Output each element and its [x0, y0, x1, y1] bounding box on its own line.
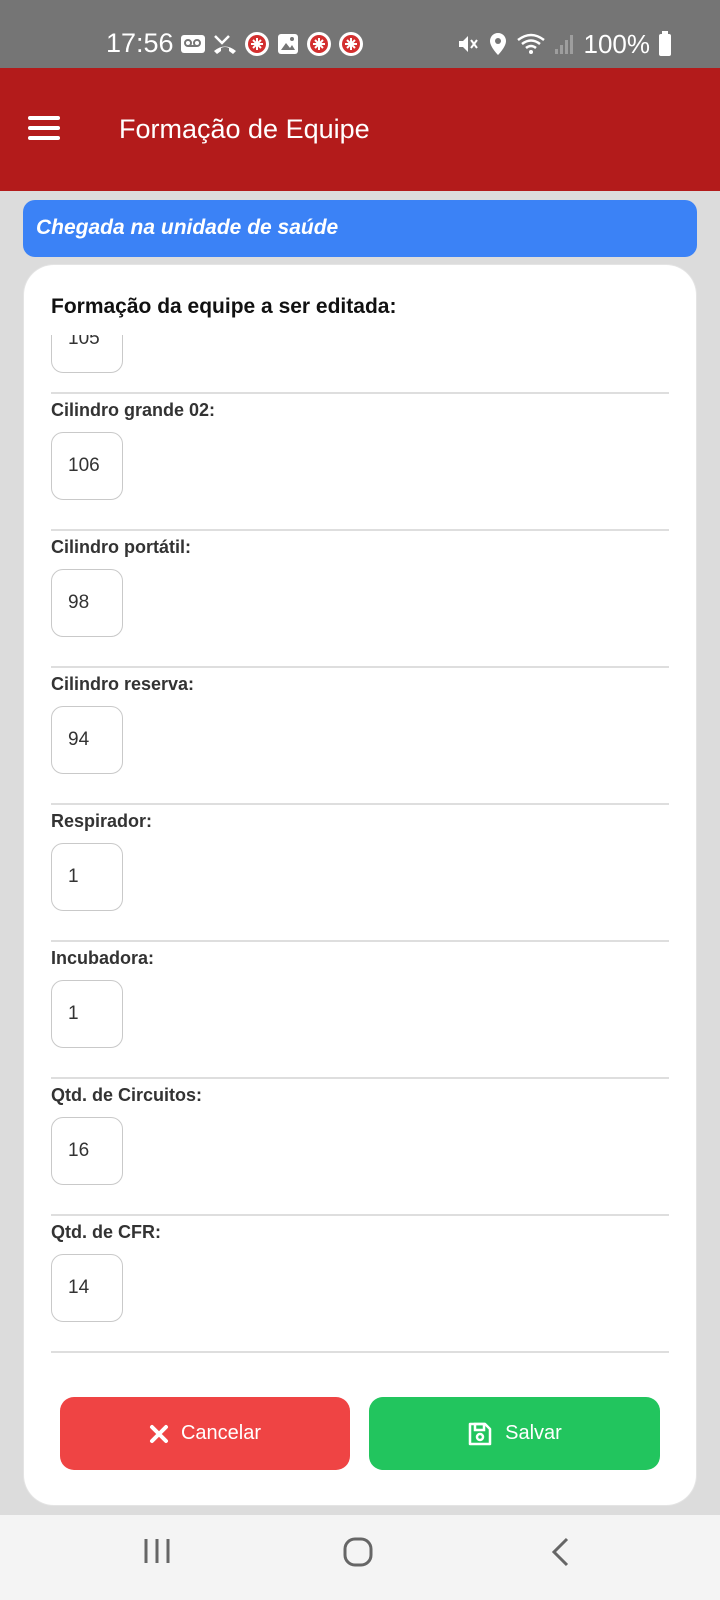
- status-bar: 17:56 100%: [0, 0, 720, 68]
- form-field: Qtd. de CFR:: [51, 1216, 669, 1353]
- close-icon: [149, 1424, 168, 1443]
- mute-icon: [458, 36, 478, 52]
- app-badge-icon: [245, 32, 269, 56]
- cancel-label: Cancelar: [180, 1422, 262, 1444]
- wifi-icon: [516, 33, 545, 54]
- voicemail-icon: [181, 35, 205, 53]
- location-icon: [489, 33, 506, 55]
- missed-call-icon: [214, 35, 236, 54]
- field-input[interactable]: [51, 980, 123, 1048]
- field-input[interactable]: [51, 569, 123, 637]
- form-field: Incubadora:: [51, 942, 669, 1079]
- field-label: Cilindro reserva:: [51, 674, 195, 694]
- field-input[interactable]: [51, 706, 123, 774]
- cancel-button[interactable]: Cancelar: [60, 1397, 350, 1470]
- form-scroll-area[interactable]: Cilindro grande 02: Cilindro portátil: C…: [51, 335, 693, 1370]
- field-input[interactable]: [51, 1254, 123, 1322]
- form-card: Formação da equipe a ser editada: Cilind…: [24, 265, 696, 1505]
- form-field: Cilindro reserva:: [51, 668, 669, 805]
- home-icon[interactable]: [343, 1537, 373, 1567]
- system-nav-bar: [0, 1515, 720, 1600]
- form-field: [51, 335, 669, 394]
- field-input[interactable]: [51, 843, 123, 911]
- save-label: Salvar: [505, 1422, 562, 1444]
- field-label: Cilindro portátil:: [51, 537, 191, 557]
- form-field: Cilindro grande 02:: [51, 394, 669, 531]
- section-title: Chegada na unidade de saúde: [36, 216, 339, 239]
- field-label: Qtd. de Circuitos:: [51, 1085, 203, 1105]
- app-bar: Formação de Equipe: [0, 68, 720, 191]
- save-icon: [468, 1422, 492, 1445]
- section-banner: Chegada na unidade de saúde: [23, 200, 697, 257]
- status-time: 17:56: [106, 28, 174, 58]
- save-button[interactable]: Salvar: [369, 1397, 660, 1470]
- form-title: Formação da equipe a ser editada:: [51, 295, 397, 318]
- field-input[interactable]: [51, 432, 123, 500]
- recent-apps-icon[interactable]: [143, 1537, 171, 1565]
- form-field: Qtd. de Circuitos:: [51, 1079, 669, 1216]
- gallery-icon: [278, 34, 298, 54]
- field-label: Cilindro grande 02:: [51, 400, 216, 420]
- system-icons: 100%: [456, 30, 673, 58]
- field-label: Incubadora:: [51, 948, 155, 968]
- notification-icons: [180, 30, 364, 58]
- form-field: Respirador:: [51, 805, 669, 942]
- app-badge-icon: [307, 32, 331, 56]
- battery-icon: [659, 31, 671, 56]
- field-label: Respirador:: [51, 811, 153, 831]
- hamburger-menu-icon[interactable]: [26, 114, 62, 144]
- signal-icon: [554, 35, 573, 54]
- form-field: Cilindro portátil:: [51, 531, 669, 668]
- field-label: Qtd. de CFR:: [51, 1222, 161, 1242]
- page-title: Formação de Equipe: [119, 114, 370, 144]
- app-badge-icon: [339, 32, 363, 56]
- battery-percent: 100%: [583, 29, 651, 59]
- field-input[interactable]: [51, 1117, 123, 1185]
- back-icon[interactable]: [549, 1537, 571, 1567]
- field-input[interactable]: [51, 335, 123, 373]
